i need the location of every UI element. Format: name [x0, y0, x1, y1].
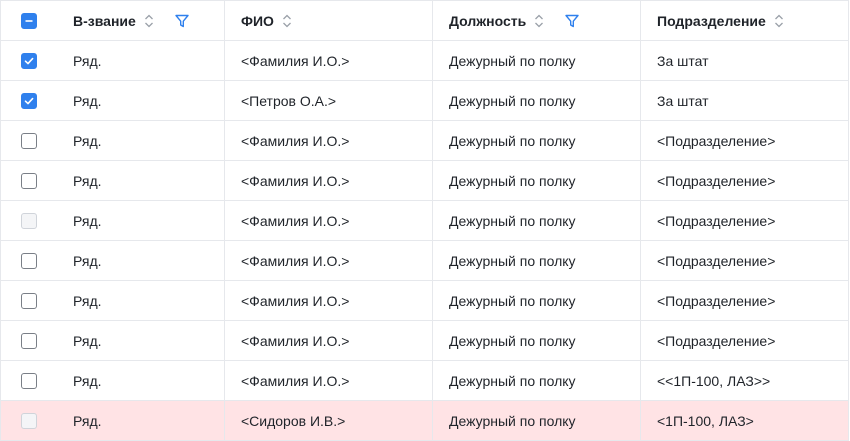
check-icon [24, 97, 34, 104]
row-checkbox[interactable] [21, 372, 37, 389]
cell-position: Дежурный по полку [433, 81, 641, 120]
cell-fio: <Фамилия И.О.> [225, 281, 433, 320]
table-header: В-звание ФИО Должность Подразделение [1, 1, 848, 41]
row-checkbox[interactable] [21, 172, 37, 189]
cell-position: Дежурный по полку [433, 281, 641, 320]
cell-unit: <<1П-100, ЛАЗ>> [657, 372, 771, 389]
cell-unit: <Подразделение> [657, 252, 776, 269]
row-select-cell [1, 161, 57, 200]
check-icon [24, 57, 34, 64]
cell-rank: Ряд. [57, 81, 225, 120]
cell-rank: Ряд. [57, 281, 225, 320]
cell-rank: Ряд. [57, 401, 225, 440]
row-select-cell [1, 321, 57, 360]
select-all-checkbox[interactable] [21, 12, 37, 29]
cell-position: Дежурный по полку [433, 401, 641, 440]
cell-unit: <Подразделение> [657, 212, 776, 229]
cell-position: Дежурный по полку [433, 161, 641, 200]
cell-fio: <Петров О.А.> [225, 81, 433, 120]
cell-fio: <Фамилия И.О.> [225, 321, 433, 360]
filter-icon[interactable] [564, 13, 580, 29]
cell-unit: <Подразделение> [657, 292, 776, 309]
table-row[interactable]: Ряд. <Фамилия И.О.> Дежурный по полку <Подр… [1, 321, 848, 361]
row-checkbox[interactable] [21, 52, 37, 69]
filter-icon[interactable] [174, 13, 190, 29]
cell-rank: Ряд. [57, 121, 225, 160]
cell-unit: <Подразделение> [657, 132, 776, 149]
cell-unit: <1П-100, ЛАЗ> [657, 412, 754, 429]
sort-icon[interactable] [282, 13, 292, 29]
column-label-fio: ФИО [241, 12, 274, 29]
cell-position: Дежурный по полку [433, 41, 641, 80]
row-select-cell [1, 361, 57, 400]
sort-icon[interactable] [774, 13, 784, 29]
table-row[interactable]: Ряд. <Фамилия И.О.> Дежурный по полку <Подр… [1, 241, 848, 281]
row-select-cell [1, 281, 57, 320]
row-select-cell [1, 401, 57, 440]
cell-rank: Ряд. [57, 321, 225, 360]
column-header-rank[interactable]: В-звание [57, 1, 225, 40]
row-checkbox[interactable] [21, 252, 37, 269]
row-select-cell [1, 41, 57, 80]
row-checkbox[interactable] [21, 132, 37, 149]
cell-unit: За штат [657, 52, 709, 69]
select-all-cell [1, 1, 57, 40]
cell-rank: Ряд. [57, 201, 225, 240]
cell-fio: <Фамилия И.О.> [225, 361, 433, 400]
table-row[interactable]: Ряд. <Фамилия И.О.> Дежурный по полку <Подр… [1, 201, 848, 241]
row-checkbox[interactable] [21, 292, 37, 309]
cell-rank: Ряд. [57, 241, 225, 280]
cell-fio: <Фамилия И.О.> [225, 41, 433, 80]
table-row[interactable]: Ряд. <Фамилия И.О.> Дежурный по полку <<1П-… [1, 361, 848, 401]
table-row[interactable]: Ряд. <Сидоров И.В.> Дежурный по полку <1П-1… [1, 401, 848, 441]
table-row[interactable]: Ряд. <Фамилия И.О.> Дежурный по полку <Подр… [1, 121, 848, 161]
table-body: Ряд. <Фамилия И.О.> Дежурный по полку За шт… [1, 41, 848, 441]
cell-fio: <Сидоров И.В.> [225, 401, 433, 440]
cell-position: Дежурный по полку [433, 121, 641, 160]
table-row[interactable]: Ряд. <Петров О.А.> Дежурный по полку За шта… [1, 81, 848, 121]
table-row[interactable]: Ряд. <Фамилия И.О.> Дежурный по полку <Подр… [1, 281, 848, 321]
column-label-rank: В-звание [73, 12, 136, 29]
cell-rank: Ряд. [57, 161, 225, 200]
sort-icon[interactable] [534, 13, 544, 29]
column-label-unit: Подразделение [657, 12, 766, 29]
cell-position: Дежурный по полку [433, 361, 641, 400]
cell-fio: <Фамилия И.О.> [225, 161, 433, 200]
cell-fio: <Фамилия И.О.> [225, 201, 433, 240]
column-label-position: Должность [449, 12, 527, 29]
column-header-unit[interactable]: Подразделение [641, 1, 848, 40]
cell-rank: Ряд. [57, 361, 225, 400]
row-select-cell [1, 201, 57, 240]
row-select-cell [1, 121, 57, 160]
cell-unit: <Подразделение> [657, 172, 776, 189]
table-row[interactable]: Ряд. <Фамилия И.О.> Дежурный по полку <Подр… [1, 161, 848, 201]
cell-rank: Ряд. [57, 41, 225, 80]
row-checkbox [21, 212, 37, 229]
row-checkbox[interactable] [21, 332, 37, 349]
cell-fio: <Фамилия И.О.> [225, 121, 433, 160]
column-header-position[interactable]: Должность [433, 1, 641, 40]
row-checkbox [21, 412, 37, 429]
cell-unit: <Подразделение> [657, 332, 776, 349]
sort-icon[interactable] [144, 13, 154, 29]
row-select-cell [1, 241, 57, 280]
row-select-cell [1, 81, 57, 120]
table-row[interactable]: Ряд. <Фамилия И.О.> Дежурный по полку За шт… [1, 41, 848, 81]
cell-fio: <Фамилия И.О.> [225, 241, 433, 280]
cell-unit: За штат [657, 92, 709, 109]
minus-icon [25, 19, 33, 22]
cell-position: Дежурный по полку [433, 321, 641, 360]
row-checkbox[interactable] [21, 92, 37, 109]
column-header-fio[interactable]: ФИО [225, 1, 433, 40]
cell-position: Дежурный по полку [433, 201, 641, 240]
cell-position: Дежурный по полку [433, 241, 641, 280]
staff-table: В-звание ФИО Должность Подразделение Ряд… [0, 0, 849, 441]
